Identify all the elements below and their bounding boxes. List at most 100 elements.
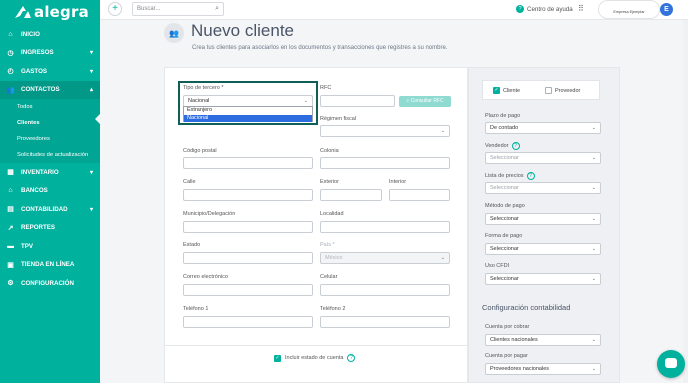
uso-cfdi-select[interactable]: Seleccionar ⌄ [485, 273, 601, 285]
chevron-down-icon: ⌄ [440, 128, 445, 134]
pos-icon: ▬ [7, 242, 14, 250]
page-title: Nuevo cliente [191, 21, 295, 40]
chat-icon [665, 358, 677, 368]
submenu-item-todos[interactable]: Todos [0, 99, 100, 115]
form-divider [164, 345, 468, 346]
celular-input[interactable] [320, 284, 450, 296]
home-icon: ⌂ [8, 30, 13, 38]
sidebar-item-tpv[interactable]: ▬ TPV [0, 237, 100, 256]
email-field[interactable] [183, 284, 313, 296]
sidebar-item-tienda[interactable]: ▣ TIENDA EN LÍNEA [0, 256, 100, 275]
avatar[interactable]: E [660, 3, 673, 16]
chevron-down-icon: ⌄ [591, 337, 596, 343]
apps-grid-icon[interactable]: ⠿ [578, 4, 584, 13]
contact-icon: 👥 [164, 23, 184, 43]
sidebar-item-label: INGRESOS [21, 49, 54, 57]
gear-icon: ⚙ [7, 280, 14, 288]
metodo-label: Método de pago [485, 203, 525, 209]
correo-label: Correo electrónico [183, 274, 228, 280]
cliente-checkbox[interactable]: ✓ [493, 87, 500, 94]
help-center-link[interactable]: ? Centro de ayuda [516, 5, 573, 13]
interior-label: Interior [389, 179, 407, 185]
cliente-label: Cliente [503, 87, 521, 94]
search-input[interactable]: Buscar... ⌕ [132, 2, 224, 16]
cxc-label: Cuenta por cobrar [485, 324, 530, 330]
municipio-input[interactable] [183, 221, 313, 233]
sidebar-item-inventario[interactable]: ▦ INVENTARIO ▾ [0, 163, 100, 182]
search-icon: ⌕ [215, 5, 219, 12]
vendedor-select[interactable]: Seleccionar ⌄ [485, 152, 601, 164]
active-indicator [95, 114, 100, 124]
sidebar-item-label: CONFIGURACIÓN [21, 279, 74, 287]
help-icon: ? [516, 5, 524, 13]
lista-precios-select[interactable]: Seleccionar ⌄ [485, 182, 601, 194]
cuenta-cobrar-select[interactable]: Clientes nacionales ⌄ [485, 334, 601, 346]
help-icon[interactable]: ? [511, 142, 520, 150]
telefono1-input[interactable] [183, 316, 313, 328]
codigo-postal-input[interactable] [183, 157, 313, 169]
localidad-input[interactable] [320, 221, 450, 233]
chevron-down-icon: ⌄ [591, 366, 596, 372]
sidebar-item-bancos[interactable]: ⌂ BANCOS [0, 182, 100, 201]
telefono2-input[interactable] [320, 316, 450, 328]
help-icon[interactable]: ? [526, 172, 535, 180]
submenu-item-solicitudes[interactable]: Solicitudes de actualización [0, 147, 100, 163]
estado-cuenta-checkbox[interactable]: ✓ [274, 354, 281, 362]
expenses-icon: ◴ [7, 68, 14, 76]
estado-cuenta-option[interactable]: ✓ Incluir estado de cuenta ? [274, 354, 356, 362]
income-icon: ◷ [7, 49, 14, 57]
proveedor-option[interactable]: Proveedor [545, 87, 580, 94]
sidebar-item-ingresos[interactable]: ◷ INGRESOS ▾ [0, 44, 100, 63]
pais-label: País * [320, 242, 335, 248]
quick-add-button[interactable]: + [108, 2, 122, 16]
forma-value: Seleccionar [490, 246, 519, 252]
sidebar-item-label: CONTACTOS [21, 86, 60, 94]
sidebar-item-label: BANCOS [21, 187, 48, 195]
colonia-input[interactable] [320, 157, 450, 169]
exterior-input[interactable] [320, 189, 382, 201]
telefono1-label: Teléfono 1 [183, 306, 209, 312]
calle-input[interactable] [183, 189, 313, 201]
consultar-rfc-button[interactable]: ⌕ Consultar RFC [399, 96, 451, 107]
submenu-item-proveedores[interactable]: Proveedores [0, 131, 100, 147]
sidebar-item-label: INVENTARIO [21, 168, 59, 176]
cxc-value: Clientes nacionales [490, 337, 538, 343]
sidebar-item-reportes[interactable]: ↗ REPORTES [0, 219, 100, 238]
proveedor-checkbox[interactable] [545, 87, 552, 94]
sidebar-item-gastos[interactable]: ◴ GASTOS ▾ [0, 62, 100, 81]
chevron-down-icon: ⌄ [591, 155, 596, 161]
alegra-logo[interactable]: alegra [14, 3, 89, 21]
lista-label: Lista de precios [485, 173, 524, 179]
cliente-option[interactable]: ✓ Cliente [493, 87, 520, 94]
interior-input[interactable] [389, 189, 450, 201]
regimen-select[interactable]: ⌄ [320, 125, 450, 137]
inventory-icon: ▦ [7, 169, 14, 177]
estado-label: Estado [183, 242, 201, 248]
contacts-icon: 👥 [6, 86, 15, 94]
chevron-down-icon: ▾ [89, 206, 93, 213]
page-scrollbar[interactable] [683, 20, 688, 383]
submenu-item-clientes[interactable]: Clientes [0, 115, 100, 131]
sidebar-item-label: CONTABILIDAD [21, 205, 68, 213]
sidebar-item-label: TIENDA EN LÍNEA [21, 261, 75, 269]
forma-pago-select[interactable]: Seleccionar ⌄ [485, 243, 601, 255]
cuenta-pagar-select[interactable]: Proveedores nacionales ⌄ [485, 363, 601, 375]
estado-input[interactable] [183, 252, 313, 264]
sidebar-item-contactos[interactable]: 👥 CONTACTOS ▴ [0, 80, 100, 99]
plazo-select[interactable]: De contado ⌄ [485, 122, 601, 134]
sidebar-item-configuracion[interactable]: ⚙ CONFIGURACIÓN [0, 274, 100, 293]
sidebar-item-inicio[interactable]: ⌂ INICIO [0, 25, 100, 44]
rfc-input[interactable] [320, 95, 395, 107]
chat-button[interactable] [657, 350, 685, 378]
help-icon[interactable]: ? [347, 354, 356, 362]
metodo-pago-select[interactable]: Seleccionar ⌄ [485, 213, 601, 225]
chevron-down-icon: ▾ [89, 169, 93, 176]
telefono2-label: Teléfono 2 [320, 306, 346, 312]
company-selector[interactable]: Empresa Ejemplar [598, 0, 660, 19]
metodo-value: Seleccionar [490, 216, 519, 222]
bank-icon: ⌂ [8, 187, 13, 195]
accounting-icon: ▤ [7, 206, 14, 214]
chevron-down-icon: ⌄ [591, 185, 596, 191]
cxp-value: Proveedores nacionales [490, 366, 550, 372]
sidebar-item-contabilidad[interactable]: ▤ CONTABILIDAD ▾ [0, 200, 100, 219]
